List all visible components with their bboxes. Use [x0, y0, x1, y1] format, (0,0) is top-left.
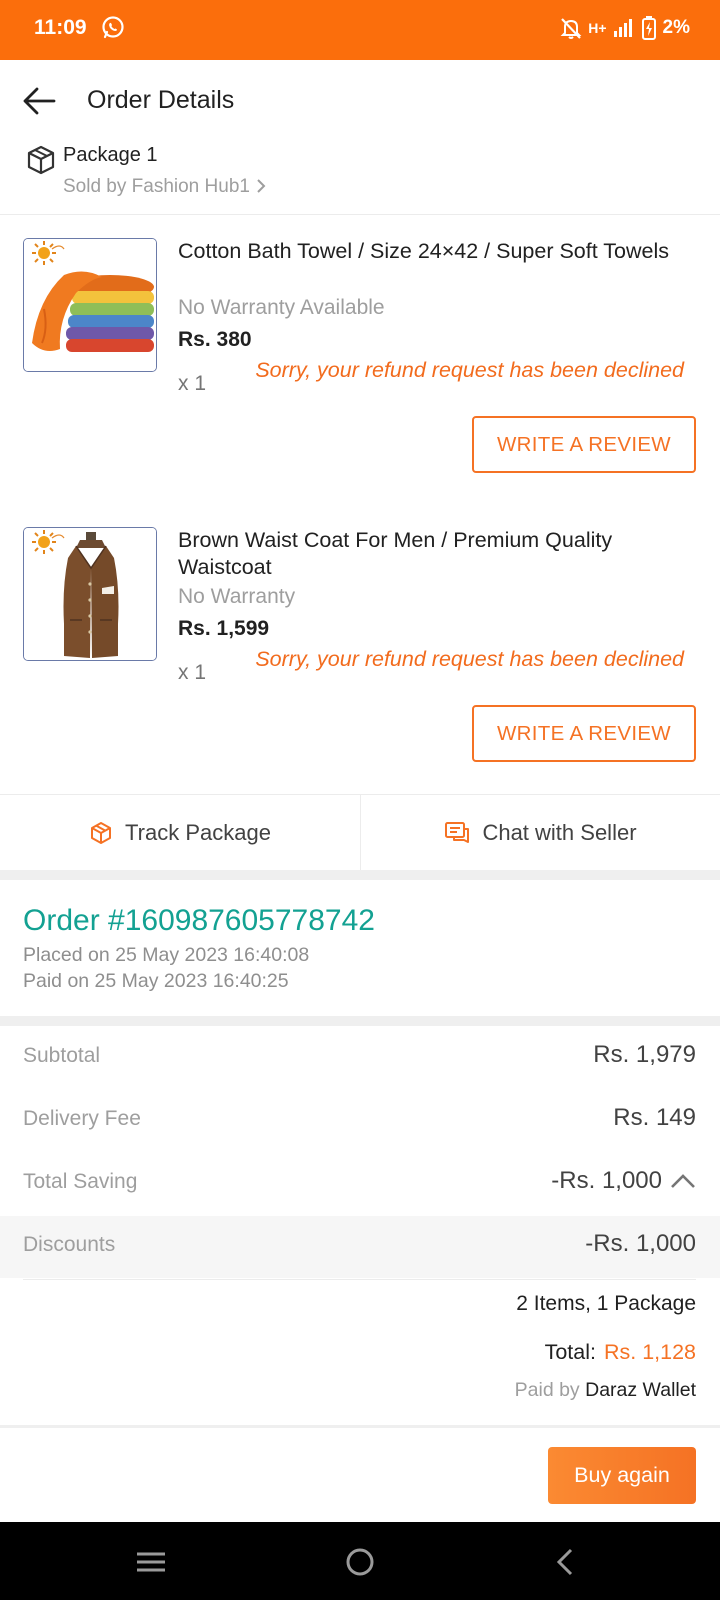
- item-title[interactable]: Brown Waist Coat For Men / Premium Quali…: [178, 527, 688, 581]
- chat-with-seller-label: Chat with Seller: [482, 820, 637, 845]
- item-quantity: x 1: [178, 372, 207, 395]
- total-saving-row[interactable]: Total Saving -Rs. 1,000: [0, 1153, 720, 1215]
- status-bar: 11:09 H+ 2%: [0, 0, 720, 60]
- paid-by-label: Paid by: [514, 1379, 580, 1401]
- home-icon[interactable]: [340, 1542, 380, 1582]
- items-count: 2 Items, 1 Package: [516, 1292, 696, 1315]
- item-price: Rs. 380: [178, 328, 252, 351]
- total-amount: Rs. 1,128: [603, 1340, 696, 1364]
- battery-charging-icon: [641, 16, 656, 40]
- total-saving-value: -Rs. 1,000: [551, 1167, 696, 1195]
- buy-again-button[interactable]: Buy again: [548, 1447, 696, 1504]
- network-type: H+: [588, 20, 607, 36]
- seller-link[interactable]: Sold by Fashion Hub1: [63, 176, 266, 198]
- subtotal-row: Subtotal Rs. 1,979: [0, 1027, 720, 1089]
- refund-status: Sorry, your refund request has been decl…: [255, 647, 684, 671]
- signal-icon: [613, 19, 632, 37]
- package-header: Package 1 Sold by Fashion Hub1: [0, 140, 720, 214]
- chat-with-seller-button[interactable]: Chat with Seller: [361, 795, 720, 871]
- write-review-button[interactable]: WRITE A REVIEW: [472, 416, 696, 473]
- delivery-fee-label: Delivery Fee: [23, 1107, 141, 1130]
- status-time: 11:09: [34, 16, 87, 39]
- menu-icon[interactable]: [131, 1542, 171, 1582]
- status-icons: H+ 2%: [560, 15, 690, 41]
- back-arrow-icon[interactable]: [22, 84, 56, 118]
- battery-level: 2%: [662, 17, 690, 38]
- order-item: Brown Waist Coat For Men / Premium Quali…: [0, 527, 720, 777]
- total-saving-label: Total Saving: [23, 1170, 138, 1193]
- package-box-icon: [27, 145, 55, 175]
- item-price: Rs. 1,599: [178, 617, 270, 640]
- write-review-button[interactable]: WRITE A REVIEW: [472, 705, 696, 762]
- paid-by-method: Daraz Wallet: [585, 1379, 696, 1401]
- app-header: Order Details: [0, 60, 720, 140]
- track-package-icon: [91, 822, 112, 844]
- delivery-fee-value: Rs. 149: [613, 1104, 696, 1131]
- delivery-fee-row: Delivery Fee Rs. 149: [0, 1090, 720, 1152]
- order-paid-date: Paid on 25 May 2023 16:40:25: [23, 970, 289, 992]
- seller-name: Sold by Fashion Hub1: [63, 176, 250, 197]
- chat-icon: [445, 822, 470, 843]
- package-label: Package 1: [63, 144, 158, 166]
- divider: [23, 1279, 696, 1280]
- system-navigation-bar: [0, 1522, 720, 1600]
- mute-bell-icon: [560, 18, 582, 39]
- discounts-row: Discounts -Rs. 1,000: [0, 1216, 720, 1278]
- section-separator: [0, 1016, 720, 1026]
- discounts-label: Discounts: [23, 1233, 116, 1256]
- back-icon[interactable]: [546, 1542, 586, 1582]
- track-package-button[interactable]: Track Package: [0, 795, 360, 871]
- item-warranty: No Warranty: [178, 585, 296, 608]
- footer-bar: Buy again: [0, 1425, 720, 1522]
- discounts-value: -Rs. 1,000: [585, 1230, 696, 1257]
- section-separator: [0, 870, 720, 880]
- payment-method: Paid by Daraz Wallet: [515, 1379, 696, 1402]
- waistcoat-image: [24, 528, 156, 660]
- item-title[interactable]: Cotton Bath Towel / Size 24×42 / Super S…: [178, 238, 688, 265]
- subtotal-label: Subtotal: [23, 1044, 101, 1067]
- page-title: Order Details: [87, 86, 235, 114]
- total-label: Total:: [544, 1340, 596, 1364]
- chevron-right-icon: [257, 179, 266, 193]
- order-number: Order #160987605778742: [23, 904, 375, 937]
- refund-status: Sorry, your refund request has been decl…: [255, 358, 684, 382]
- item-warranty: No Warranty Available: [178, 296, 385, 319]
- towel-image: [24, 239, 156, 371]
- item-quantity: x 1: [178, 661, 207, 684]
- track-package-label: Track Package: [125, 820, 271, 845]
- chevron-up-icon[interactable]: [670, 1173, 696, 1189]
- subtotal-value: Rs. 1,979: [593, 1041, 696, 1068]
- product-image-towel[interactable]: [23, 238, 157, 372]
- total-saving-amount: -Rs. 1,000: [551, 1167, 662, 1194]
- product-image-waistcoat[interactable]: [23, 527, 157, 661]
- whatsapp-icon: [102, 16, 124, 39]
- package-actions: Track Package Chat with Seller: [0, 794, 720, 871]
- order-item: Cotton Bath Towel / Size 24×42 / Super S…: [0, 238, 720, 488]
- divider: [0, 214, 720, 215]
- order-info: Order #160987605778742 Placed on 25 May …: [0, 880, 720, 1016]
- order-total: Total: Rs. 1,128: [545, 1340, 696, 1365]
- order-placed-date: Placed on 25 May 2023 16:40:08: [23, 944, 310, 966]
